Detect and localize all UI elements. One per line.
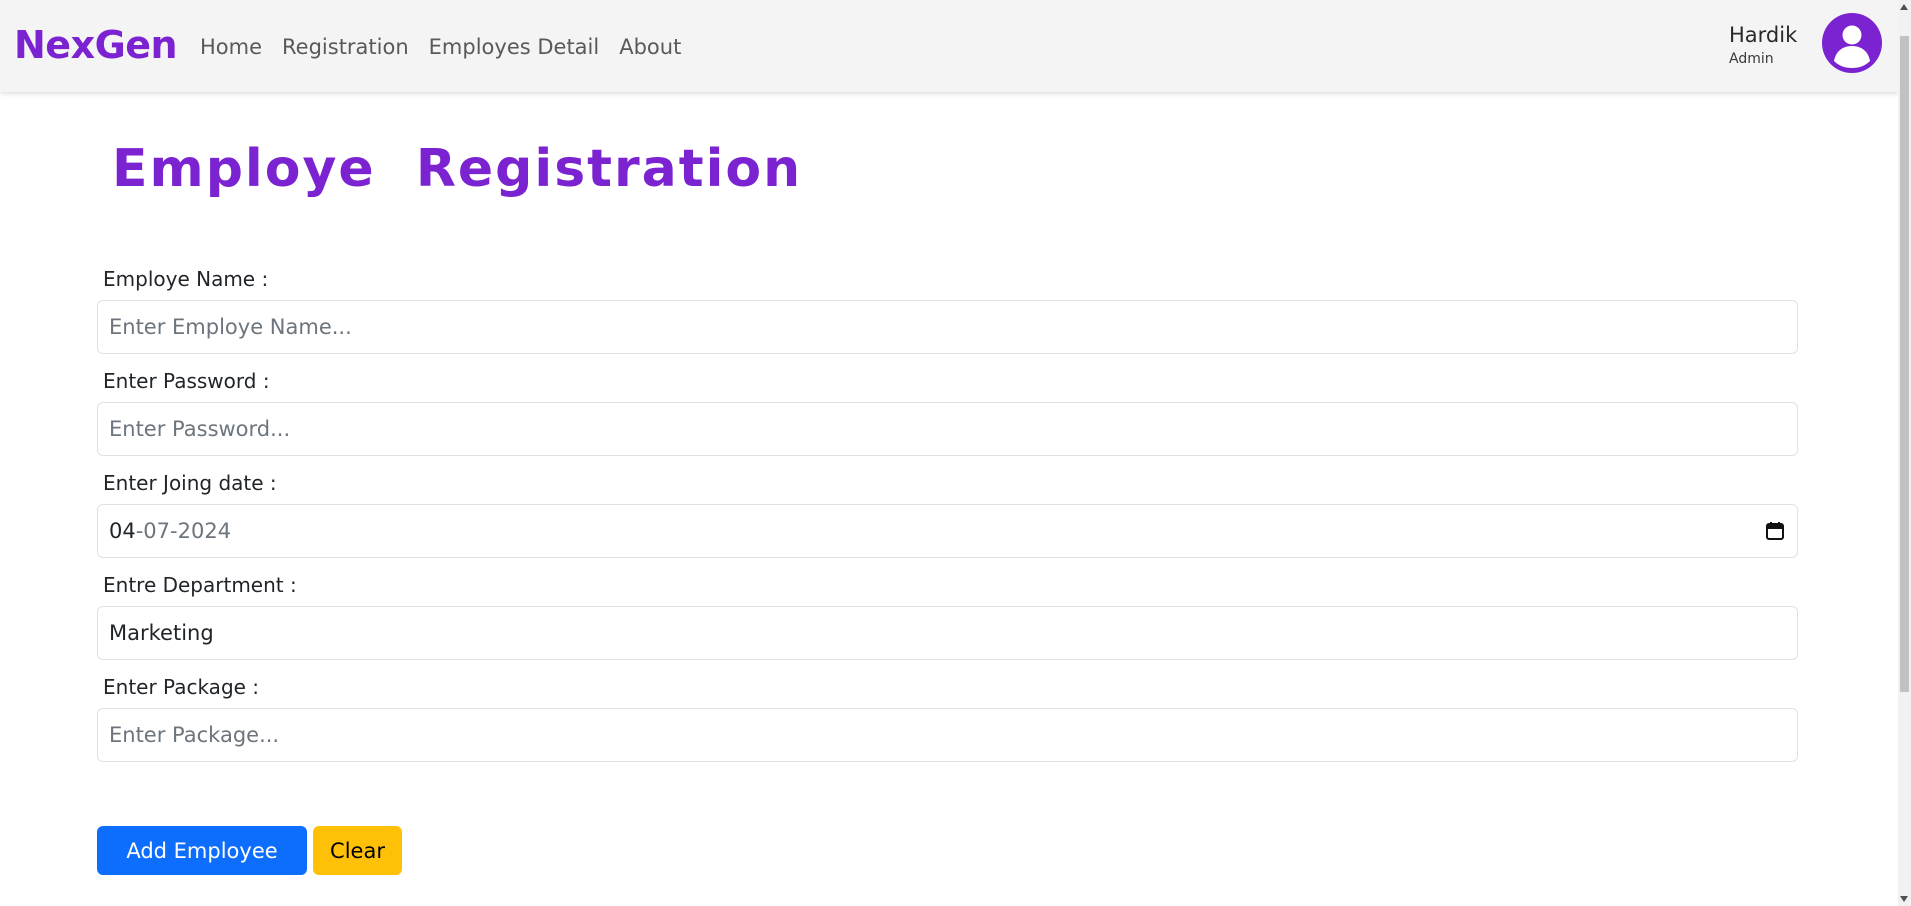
package-field: Enter Package : Enter Package... (97, 672, 1798, 762)
calendar-icon[interactable] (1765, 521, 1785, 541)
nav-link-about[interactable]: About (619, 33, 681, 61)
employee-name-input[interactable]: Enter Employe Name... (97, 300, 1798, 354)
nav-link-home[interactable]: Home (200, 33, 262, 61)
employee-name-field: Employe Name : Enter Employe Name... (97, 264, 1798, 354)
page-scrollbar[interactable] (1898, 0, 1911, 906)
joining-date-label: Enter Joing date : (103, 471, 277, 495)
registration-form: Employe Name : Enter Employe Name... Ent… (97, 264, 1798, 774)
navbar: NexGen Home Registration Employes Detail… (0, 0, 1898, 92)
password-label: Enter Password : (103, 369, 270, 393)
nav-link-registration[interactable]: Registration (282, 33, 409, 61)
brand-logo[interactable]: NexGen (14, 22, 178, 68)
department-label: Entre Department : (103, 573, 297, 597)
package-label: Enter Package : (103, 675, 260, 699)
nav-link-employes-detail[interactable]: Employes Detail (429, 33, 600, 61)
scroll-thumb[interactable] (1900, 36, 1909, 692)
date-day-segment[interactable]: 04 (109, 519, 136, 543)
joining-date-input[interactable]: 04 -07-2024 (97, 504, 1798, 558)
scroll-down-icon[interactable] (1900, 896, 1908, 902)
scroll-up-icon[interactable] (1900, 4, 1908, 10)
department-input[interactable]: Marketing (97, 606, 1798, 660)
user-name: Hardik (1729, 23, 1798, 47)
password-field: Enter Password : Enter Password... (97, 366, 1798, 456)
password-input[interactable]: Enter Password... (97, 402, 1798, 456)
user-circle-icon[interactable] (1822, 13, 1882, 73)
package-input[interactable]: Enter Package... (97, 708, 1798, 762)
add-employee-button[interactable]: Add Employee (97, 826, 307, 875)
department-field: Entre Department : Marketing (97, 570, 1798, 660)
date-rest-segment[interactable]: -07-2024 (136, 519, 231, 543)
form-actions: Add Employee Clear (97, 826, 402, 875)
user-info: Hardik Admin (1729, 21, 1797, 69)
user-role: Admin (1729, 51, 1774, 67)
employee-name-label: Employe Name : (103, 267, 269, 291)
nav-links: Home Registration Employes Detail About (200, 33, 681, 61)
joining-date-field: Enter Joing date : 04 -07-2024 (97, 468, 1798, 558)
page-title: Employe Registration (112, 139, 803, 199)
clear-button[interactable]: Clear (313, 826, 402, 875)
